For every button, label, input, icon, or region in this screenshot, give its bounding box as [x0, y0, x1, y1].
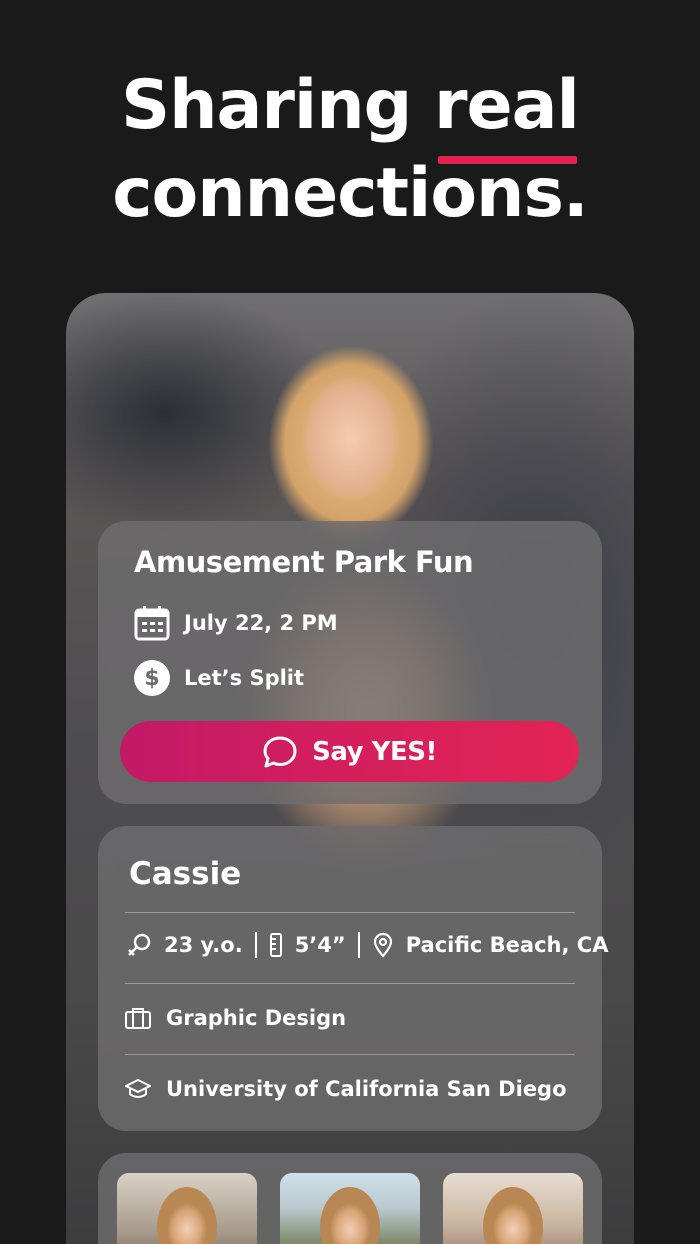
photo-gallery — [98, 1153, 602, 1244]
say-yes-label: Say YES! — [312, 736, 437, 767]
headline-highlight-word: real — [434, 66, 580, 164]
calendar-icon — [134, 606, 170, 641]
profile-education: University of California San Diego — [166, 1077, 567, 1101]
gallery-photo-1[interactable] — [117, 1173, 257, 1244]
graduation-cap-icon — [125, 1079, 151, 1099]
occupation-row: Graphic Design — [124, 1006, 346, 1030]
headline-text-sharing: Sharing — [121, 66, 434, 145]
profile-occupation: Graphic Design — [166, 1006, 347, 1030]
event-payment-row: $ Let’s Split — [134, 660, 304, 696]
chat-bubble-icon — [263, 736, 297, 767]
divider — [125, 983, 575, 984]
profile-location: Pacific Beach, CA — [405, 933, 609, 957]
profile-stats-row: 23 y.o. 5’4” Pacific Beach, CA — [126, 932, 608, 958]
divider — [125, 912, 575, 913]
gallery-photo-3[interactable] — [443, 1173, 583, 1244]
profile-info-card: Cassie 23 y.o. 5’4” Pacific Beach, CA Gr… — [98, 826, 608, 1131]
profile-height: 5’4” — [294, 933, 346, 957]
divider — [125, 1054, 575, 1055]
briefcase-icon — [125, 1008, 151, 1029]
profile-age: 23 y.o. — [164, 933, 243, 957]
headline: Sharing real connections. — [0, 60, 700, 228]
location-pin-icon — [372, 932, 394, 958]
gallery-photo-face — [320, 1187, 380, 1244]
separator — [254, 932, 257, 958]
event-card: Amusement Park Fun July 22, 2 PM $ Let’s… — [98, 521, 602, 804]
say-yes-button[interactable]: Say YES! — [120, 721, 579, 782]
gallery-photo-face — [483, 1187, 543, 1244]
profile-name: Cassie — [129, 856, 242, 892]
event-payment: Let’s Split — [184, 666, 305, 690]
gallery-photo-face — [157, 1187, 217, 1244]
separator — [357, 932, 360, 958]
headline-line-1: Sharing real — [0, 60, 700, 164]
dollar-icon: $ — [134, 660, 170, 696]
event-date-row: July 22, 2 PM — [134, 605, 338, 641]
ruler-icon — [269, 933, 283, 957]
event-title: Amusement Park Fun — [134, 545, 474, 579]
gallery-photo-2[interactable] — [280, 1173, 420, 1244]
education-row: University of California San Diego — [124, 1077, 567, 1101]
female-symbol-icon — [126, 932, 152, 958]
event-date: July 22, 2 PM — [184, 611, 338, 635]
headline-line-2: connections. — [112, 154, 589, 233]
